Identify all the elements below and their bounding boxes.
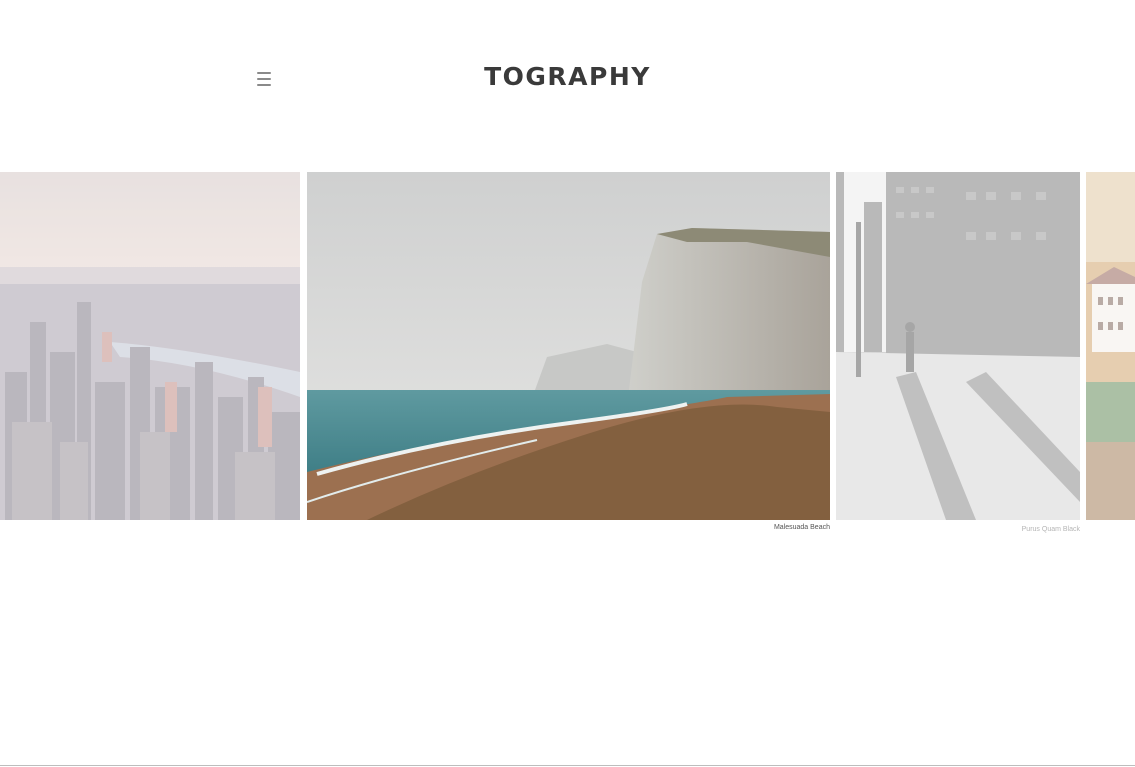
image-slider: Malesuada Beach Purus Quam Black <box>0 172 1135 542</box>
page: TOGRAPHY Malesuada Beach Purus Quam Blac… <box>0 0 1135 767</box>
city-skyline-image <box>0 172 300 520</box>
slide-caption: Purus Quam Black <box>1021 526 1080 533</box>
bottom-divider <box>0 765 1135 766</box>
site-logo[interactable]: TOGRAPHY <box>450 58 685 94</box>
menu-bar <box>257 84 271 86</box>
menu-bar <box>257 72 271 74</box>
city-skyline-slide[interactable] <box>0 172 300 520</box>
menu-bar <box>257 78 271 80</box>
beach-cliff-image <box>307 172 830 520</box>
street-image <box>836 172 1080 520</box>
logo-text: TOGRAPHY <box>484 61 651 91</box>
hamburger-menu-icon[interactable] <box>256 72 272 86</box>
street-slide[interactable] <box>836 172 1080 520</box>
beach-cliff-slide[interactable] <box>307 172 830 520</box>
village-slide[interactable] <box>1086 172 1135 520</box>
slide-caption: Malesuada Beach <box>773 524 830 531</box>
village-image <box>1086 172 1135 520</box>
